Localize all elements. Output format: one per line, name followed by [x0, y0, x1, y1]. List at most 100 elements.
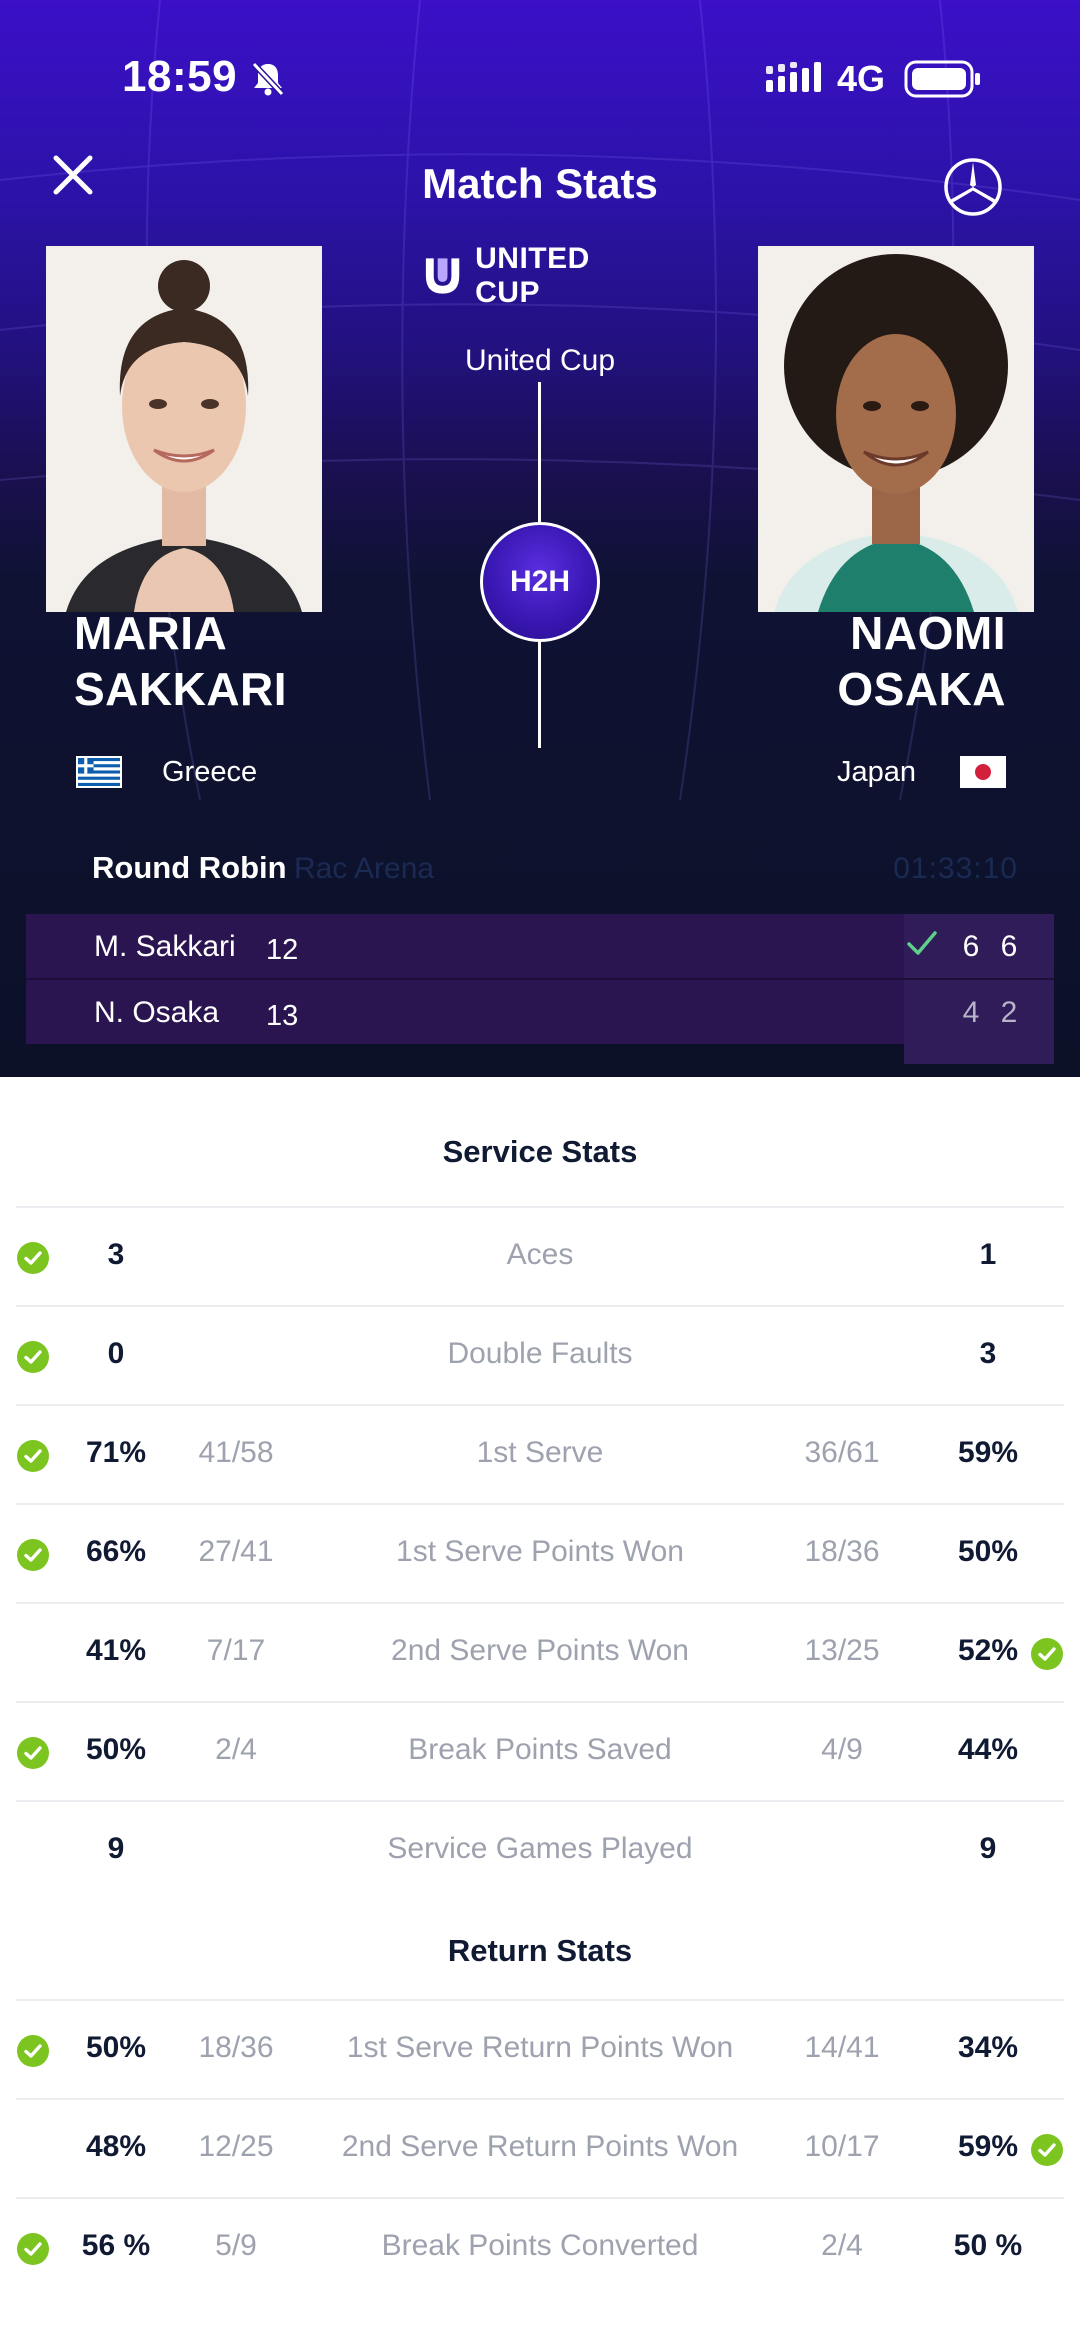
stat-right-value: 59%	[957, 1436, 1019, 1469]
stat-row: 41% 7/17 2nd Serve Points Won 13/25 52%	[0, 1604, 1080, 1703]
stat-left-value: 9	[107, 1832, 125, 1865]
player-photo-left	[46, 246, 322, 612]
match-header: 18:59 4G Match Stats UNITED CUP United C…	[0, 0, 1080, 1077]
stat-row: 56 % 5/9 Break Points Converted 2/4 50 %	[0, 2199, 1080, 2298]
stat-row: 50% 2/4 Break Points Saved 4/9 44%	[0, 1703, 1080, 1802]
score-player-seed: 13	[266, 1000, 299, 1032]
score-player-seed: 12	[266, 934, 299, 966]
stat-left-value: 71%	[85, 1436, 147, 1469]
divider-line	[538, 640, 541, 748]
set-score: 6	[962, 930, 980, 963]
united-cup-logo: UNITED CUP	[420, 242, 660, 309]
player-portrait-icon	[46, 246, 322, 612]
stat-right-fraction: 36/61	[804, 1436, 880, 1469]
player-name-right: NAOMI OSAKA	[837, 605, 1006, 717]
status-time: 18:59	[122, 52, 238, 101]
stat-label: 2nd Serve Points Won	[391, 1634, 689, 1667]
network-type: 4G	[837, 58, 886, 99]
service-stats-title: Service Stats	[442, 1134, 638, 1169]
page-title: Match Stats	[422, 160, 658, 207]
player-photo-right	[758, 246, 1034, 612]
round-label: Round Robin	[92, 850, 287, 885]
stat-row: 48% 12/25 2nd Serve Return Points Won 10/17…	[0, 2100, 1080, 2199]
stat-left-fraction: 2/4	[215, 1733, 257, 1766]
match-duration: 01:33:10	[893, 852, 1018, 885]
stat-left-fraction: 12/25	[198, 2130, 274, 2163]
stat-right-fraction: 2/4	[821, 2229, 863, 2262]
divider-line	[538, 382, 541, 524]
stat-left-value: 48%	[85, 2130, 147, 2163]
stat-right-value: 34%	[957, 2031, 1019, 2064]
stat-row: 3 Aces 1	[0, 1208, 1080, 1307]
stat-right-value: 52%	[957, 1634, 1019, 1667]
stat-left-value: 0	[107, 1337, 125, 1370]
stat-right-fraction: 10/17	[804, 2130, 880, 2163]
score-row: N. Osaka 13 4 2	[26, 980, 1054, 1044]
stat-left-value: 41%	[85, 1634, 147, 1667]
check-circle-icon	[17, 1440, 49, 1472]
check-icon	[907, 931, 937, 955]
status-bar: 18:59 4G	[0, 0, 1080, 160]
stat-right-value: 1	[979, 1238, 997, 1271]
mercedes-star-icon[interactable]	[942, 156, 1004, 218]
stat-right-value: 50 %	[953, 2229, 1023, 2262]
stat-right-fraction: 13/25	[804, 1634, 880, 1667]
stat-label: Break Points Converted	[381, 2229, 699, 2262]
stat-label: Break Points Saved	[408, 1733, 672, 1766]
stat-left-value: 50%	[85, 2031, 147, 2064]
flag-greece-icon	[76, 756, 122, 788]
player-name-left: MARIA SAKKARI	[74, 605, 287, 717]
stat-right-fraction: 18/36	[804, 1535, 880, 1568]
signal-icon	[766, 62, 821, 92]
set-score: 4	[962, 996, 980, 1029]
country-left: Greece	[162, 756, 258, 788]
score-player-name: N. Osaka	[94, 996, 220, 1029]
check-circle-icon	[1031, 1638, 1063, 1670]
set-score: 2	[1000, 996, 1018, 1029]
check-circle-icon	[17, 1737, 49, 1769]
stat-left-value: 50%	[85, 1733, 147, 1766]
stat-row: 0 Double Faults 3	[0, 1307, 1080, 1406]
stat-right-value: 9	[979, 1832, 997, 1865]
stat-left-value: 56 %	[81, 2229, 151, 2262]
check-circle-icon	[1031, 2134, 1063, 2166]
player-first-name: NAOMI	[850, 607, 1006, 659]
return-stats-title: Return Stats	[447, 1933, 633, 1968]
stat-label: 1st Serve Return Points Won	[346, 2031, 734, 2064]
check-circle-icon	[17, 1242, 49, 1274]
player-portrait-icon	[758, 246, 1034, 612]
check-circle-icon	[17, 2035, 49, 2067]
country-right: Japan	[836, 756, 916, 788]
scoreboard: M. Sakkari 12 6 6 N. Osaka 13 4 2	[26, 914, 1054, 1064]
stat-label: 1st Serve Points Won	[396, 1535, 684, 1568]
stat-label: 2nd Serve Return Points Won	[341, 2130, 739, 2163]
check-circle-icon	[17, 1539, 49, 1571]
stat-label: 1st Serve	[476, 1436, 604, 1469]
player-last-name: OSAKA	[837, 663, 1006, 715]
stat-left-value: 66%	[85, 1535, 147, 1568]
check-circle-icon	[17, 2233, 49, 2265]
united-cup-mark-icon	[425, 258, 460, 294]
stat-right-value: 59%	[957, 2130, 1019, 2163]
stat-left-fraction: 7/17	[206, 1634, 266, 1667]
stat-row: 50% 18/36 1st Serve Return Points Won 14/41…	[0, 2001, 1080, 2100]
player-last-name: SAKKARI	[74, 663, 288, 715]
score-row: M. Sakkari 12 6 6	[26, 914, 1054, 978]
battery-icon	[904, 60, 980, 98]
stat-left-fraction: 5/9	[215, 2229, 257, 2262]
stat-left-fraction: 18/36	[198, 2031, 274, 2064]
stat-label: Service Games Played	[387, 1832, 693, 1865]
score-player-name: M. Sakkari	[94, 930, 236, 963]
set-score: 6	[1000, 930, 1018, 963]
stat-label: Aces	[506, 1238, 574, 1271]
stat-right-value: 3	[979, 1337, 997, 1370]
player-first-name: MARIA	[74, 607, 228, 659]
stat-row: 9 Service Games Played 9	[0, 1802, 1080, 1901]
stat-left-fraction: 41/58	[198, 1436, 274, 1469]
stat-label: Double Faults	[447, 1337, 633, 1370]
stat-left-value: 3	[107, 1238, 125, 1271]
h2h-button[interactable]: H2H	[480, 522, 600, 642]
stat-left-fraction: 27/41	[198, 1535, 274, 1568]
stat-right-fraction: 4/9	[821, 1733, 863, 1766]
bell-muted-icon	[251, 61, 285, 97]
